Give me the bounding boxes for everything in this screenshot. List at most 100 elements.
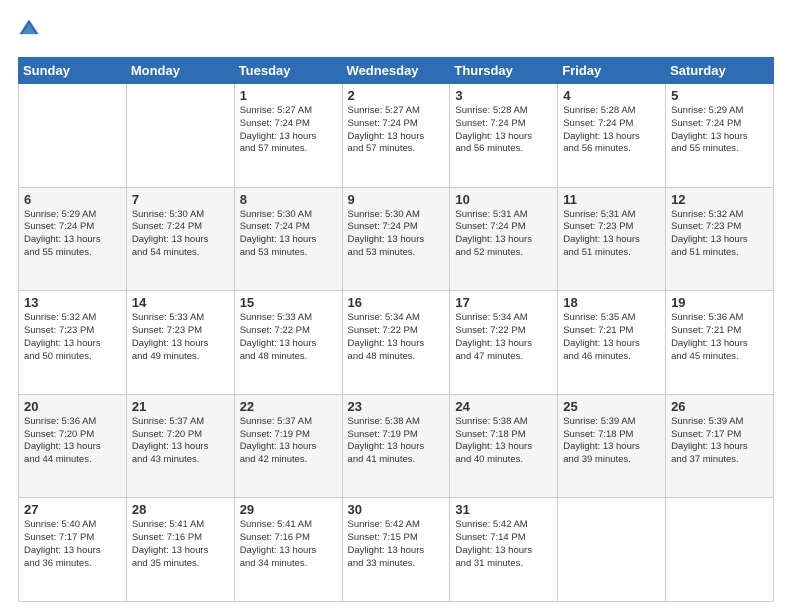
logo <box>18 18 42 47</box>
cell-detail: Sunrise: 5:41 AM Sunset: 7:16 PM Dayligh… <box>132 519 229 570</box>
cell-detail: Sunrise: 5:36 AM Sunset: 7:20 PM Dayligh… <box>24 416 121 467</box>
day-number: 6 <box>24 192 121 207</box>
week-row-2: 6 Sunrise: 5:29 AM Sunset: 7:24 PM Daylig… <box>19 187 774 291</box>
cell-detail: Sunrise: 5:39 AM Sunset: 7:18 PM Dayligh… <box>563 416 660 467</box>
calendar-cell: 4 Sunrise: 5:28 AM Sunset: 7:24 PM Daylig… <box>558 84 666 188</box>
weekday-header-friday: Friday <box>558 58 666 84</box>
cell-detail: Sunrise: 5:40 AM Sunset: 7:17 PM Dayligh… <box>24 519 121 570</box>
day-number: 30 <box>348 502 445 517</box>
weekday-header-wednesday: Wednesday <box>342 58 450 84</box>
day-number: 18 <box>563 295 660 310</box>
day-number: 10 <box>455 192 552 207</box>
day-number: 3 <box>455 88 552 103</box>
calendar-cell: 8Sunrise: 5:30 AM Sunset: 7:24 PM Daylig… <box>234 187 342 291</box>
calendar-cell: 3 Sunrise: 5:28 AM Sunset: 7:24 PM Daylig… <box>450 84 558 188</box>
week-row-4: 20 Sunrise: 5:36 AM Sunset: 7:20 PM Dayli… <box>19 394 774 498</box>
calendar-cell: 2 Sunrise: 5:27 AM Sunset: 7:24 PM Daylig… <box>342 84 450 188</box>
day-number: 12 <box>671 192 768 207</box>
calendar-cell: 31Sunrise: 5:42 AM Sunset: 7:14 PM Dayli… <box>450 498 558 602</box>
day-number: 21 <box>132 399 229 414</box>
cell-detail: Sunrise: 5:28 AM Sunset: 7:24 PM Dayligh… <box>563 105 660 156</box>
cell-detail: Sunrise: 5:38 AM Sunset: 7:18 PM Dayligh… <box>455 416 552 467</box>
calendar-cell: 29Sunrise: 5:41 AM Sunset: 7:16 PM Dayli… <box>234 498 342 602</box>
cell-detail: Sunrise: 5:27 AM Sunset: 7:24 PM Dayligh… <box>348 105 445 156</box>
calendar-cell: 11 Sunrise: 5:31 AM Sunset: 7:23 PM Dayli… <box>558 187 666 291</box>
day-number: 16 <box>348 295 445 310</box>
cell-detail: Sunrise: 5:33 AM Sunset: 7:23 PM Dayligh… <box>132 312 229 363</box>
cell-detail: Sunrise: 5:29 AM Sunset: 7:24 PM Dayligh… <box>24 209 121 260</box>
calendar-cell: 21Sunrise: 5:37 AM Sunset: 7:20 PM Dayli… <box>126 394 234 498</box>
calendar-cell: 15 Sunrise: 5:33 AM Sunset: 7:22 PM Dayli… <box>234 291 342 395</box>
day-number: 15 <box>240 295 337 310</box>
cell-detail: Sunrise: 5:31 AM Sunset: 7:24 PM Dayligh… <box>455 209 552 260</box>
calendar-cell <box>19 84 127 188</box>
day-number: 19 <box>671 295 768 310</box>
weekday-header-tuesday: Tuesday <box>234 58 342 84</box>
cell-detail: Sunrise: 5:32 AM Sunset: 7:23 PM Dayligh… <box>24 312 121 363</box>
day-number: 1 <box>240 88 337 103</box>
calendar-cell: 28 Sunrise: 5:41 AM Sunset: 7:16 PM Dayli… <box>126 498 234 602</box>
cell-detail: Sunrise: 5:34 AM Sunset: 7:22 PM Dayligh… <box>455 312 552 363</box>
calendar-cell: 17 Sunrise: 5:34 AM Sunset: 7:22 PM Dayli… <box>450 291 558 395</box>
cell-detail: Sunrise: 5:30 AM Sunset: 7:24 PM Dayligh… <box>132 209 229 260</box>
cell-detail: Sunrise: 5:35 AM Sunset: 7:21 PM Dayligh… <box>563 312 660 363</box>
cell-detail: Sunrise: 5:30 AM Sunset: 7:24 PM Dayligh… <box>348 209 445 260</box>
weekday-header-monday: Monday <box>126 58 234 84</box>
logo-icon <box>18 18 40 40</box>
day-number: 20 <box>24 399 121 414</box>
cell-detail: Sunrise: 5:34 AM Sunset: 7:22 PM Dayligh… <box>348 312 445 363</box>
cell-detail: Sunrise: 5:28 AM Sunset: 7:24 PM Dayligh… <box>455 105 552 156</box>
cell-detail: Sunrise: 5:37 AM Sunset: 7:19 PM Dayligh… <box>240 416 337 467</box>
day-number: 28 <box>132 502 229 517</box>
day-number: 27 <box>24 502 121 517</box>
day-number: 29 <box>240 502 337 517</box>
calendar-cell: 9 Sunrise: 5:30 AM Sunset: 7:24 PM Daylig… <box>342 187 450 291</box>
calendar-cell: 27 Sunrise: 5:40 AM Sunset: 7:17 PM Dayli… <box>19 498 127 602</box>
cell-detail: Sunrise: 5:42 AM Sunset: 7:15 PM Dayligh… <box>348 519 445 570</box>
cell-detail: Sunrise: 5:39 AM Sunset: 7:17 PM Dayligh… <box>671 416 768 467</box>
calendar-cell: 26 Sunrise: 5:39 AM Sunset: 7:17 PM Dayli… <box>666 394 774 498</box>
calendar-cell: 25Sunrise: 5:39 AM Sunset: 7:18 PM Dayli… <box>558 394 666 498</box>
calendar-cell <box>666 498 774 602</box>
cell-detail: Sunrise: 5:36 AM Sunset: 7:21 PM Dayligh… <box>671 312 768 363</box>
day-number: 7 <box>132 192 229 207</box>
calendar-cell: 18 Sunrise: 5:35 AM Sunset: 7:21 PM Dayli… <box>558 291 666 395</box>
cell-detail: Sunrise: 5:31 AM Sunset: 7:23 PM Dayligh… <box>563 209 660 260</box>
week-row-1: 1 Sunrise: 5:27 AM Sunset: 7:24 PM Daylig… <box>19 84 774 188</box>
calendar-cell: 22 Sunrise: 5:37 AM Sunset: 7:19 PM Dayli… <box>234 394 342 498</box>
day-number: 5 <box>671 88 768 103</box>
calendar-cell: 20 Sunrise: 5:36 AM Sunset: 7:20 PM Dayli… <box>19 394 127 498</box>
calendar-table: SundayMondayTuesdayWednesdayThursdayFrid… <box>18 57 774 602</box>
day-number: 4 <box>563 88 660 103</box>
calendar-cell: 10 Sunrise: 5:31 AM Sunset: 7:24 PM Dayli… <box>450 187 558 291</box>
day-number: 14 <box>132 295 229 310</box>
day-number: 22 <box>240 399 337 414</box>
cell-detail: Sunrise: 5:38 AM Sunset: 7:19 PM Dayligh… <box>348 416 445 467</box>
calendar-cell: 30 Sunrise: 5:42 AM Sunset: 7:15 PM Dayli… <box>342 498 450 602</box>
calendar-cell <box>126 84 234 188</box>
calendar-cell: 13 Sunrise: 5:32 AM Sunset: 7:23 PM Dayli… <box>19 291 127 395</box>
calendar-cell: 16 Sunrise: 5:34 AM Sunset: 7:22 PM Dayli… <box>342 291 450 395</box>
weekday-header-thursday: Thursday <box>450 58 558 84</box>
day-number: 23 <box>348 399 445 414</box>
day-number: 11 <box>563 192 660 207</box>
day-number: 2 <box>348 88 445 103</box>
calendar-cell: 24 Sunrise: 5:38 AM Sunset: 7:18 PM Dayli… <box>450 394 558 498</box>
day-number: 26 <box>671 399 768 414</box>
calendar-cell <box>558 498 666 602</box>
calendar-cell: 12 Sunrise: 5:32 AM Sunset: 7:23 PM Dayli… <box>666 187 774 291</box>
cell-detail: Sunrise: 5:42 AM Sunset: 7:14 PM Dayligh… <box>455 519 552 570</box>
calendar-cell: 5Sunrise: 5:29 AM Sunset: 7:24 PM Daylig… <box>666 84 774 188</box>
week-row-3: 13 Sunrise: 5:32 AM Sunset: 7:23 PM Dayli… <box>19 291 774 395</box>
day-number: 13 <box>24 295 121 310</box>
cell-detail: Sunrise: 5:32 AM Sunset: 7:23 PM Dayligh… <box>671 209 768 260</box>
cell-detail: Sunrise: 5:33 AM Sunset: 7:22 PM Dayligh… <box>240 312 337 363</box>
day-number: 17 <box>455 295 552 310</box>
calendar-cell: 7 Sunrise: 5:30 AM Sunset: 7:24 PM Daylig… <box>126 187 234 291</box>
day-number: 9 <box>348 192 445 207</box>
day-number: 24 <box>455 399 552 414</box>
calendar-cell: 14 Sunrise: 5:33 AM Sunset: 7:23 PM Dayli… <box>126 291 234 395</box>
weekday-header-sunday: Sunday <box>19 58 127 84</box>
week-row-5: 27 Sunrise: 5:40 AM Sunset: 7:17 PM Dayli… <box>19 498 774 602</box>
calendar-cell: 1Sunrise: 5:27 AM Sunset: 7:24 PM Daylig… <box>234 84 342 188</box>
